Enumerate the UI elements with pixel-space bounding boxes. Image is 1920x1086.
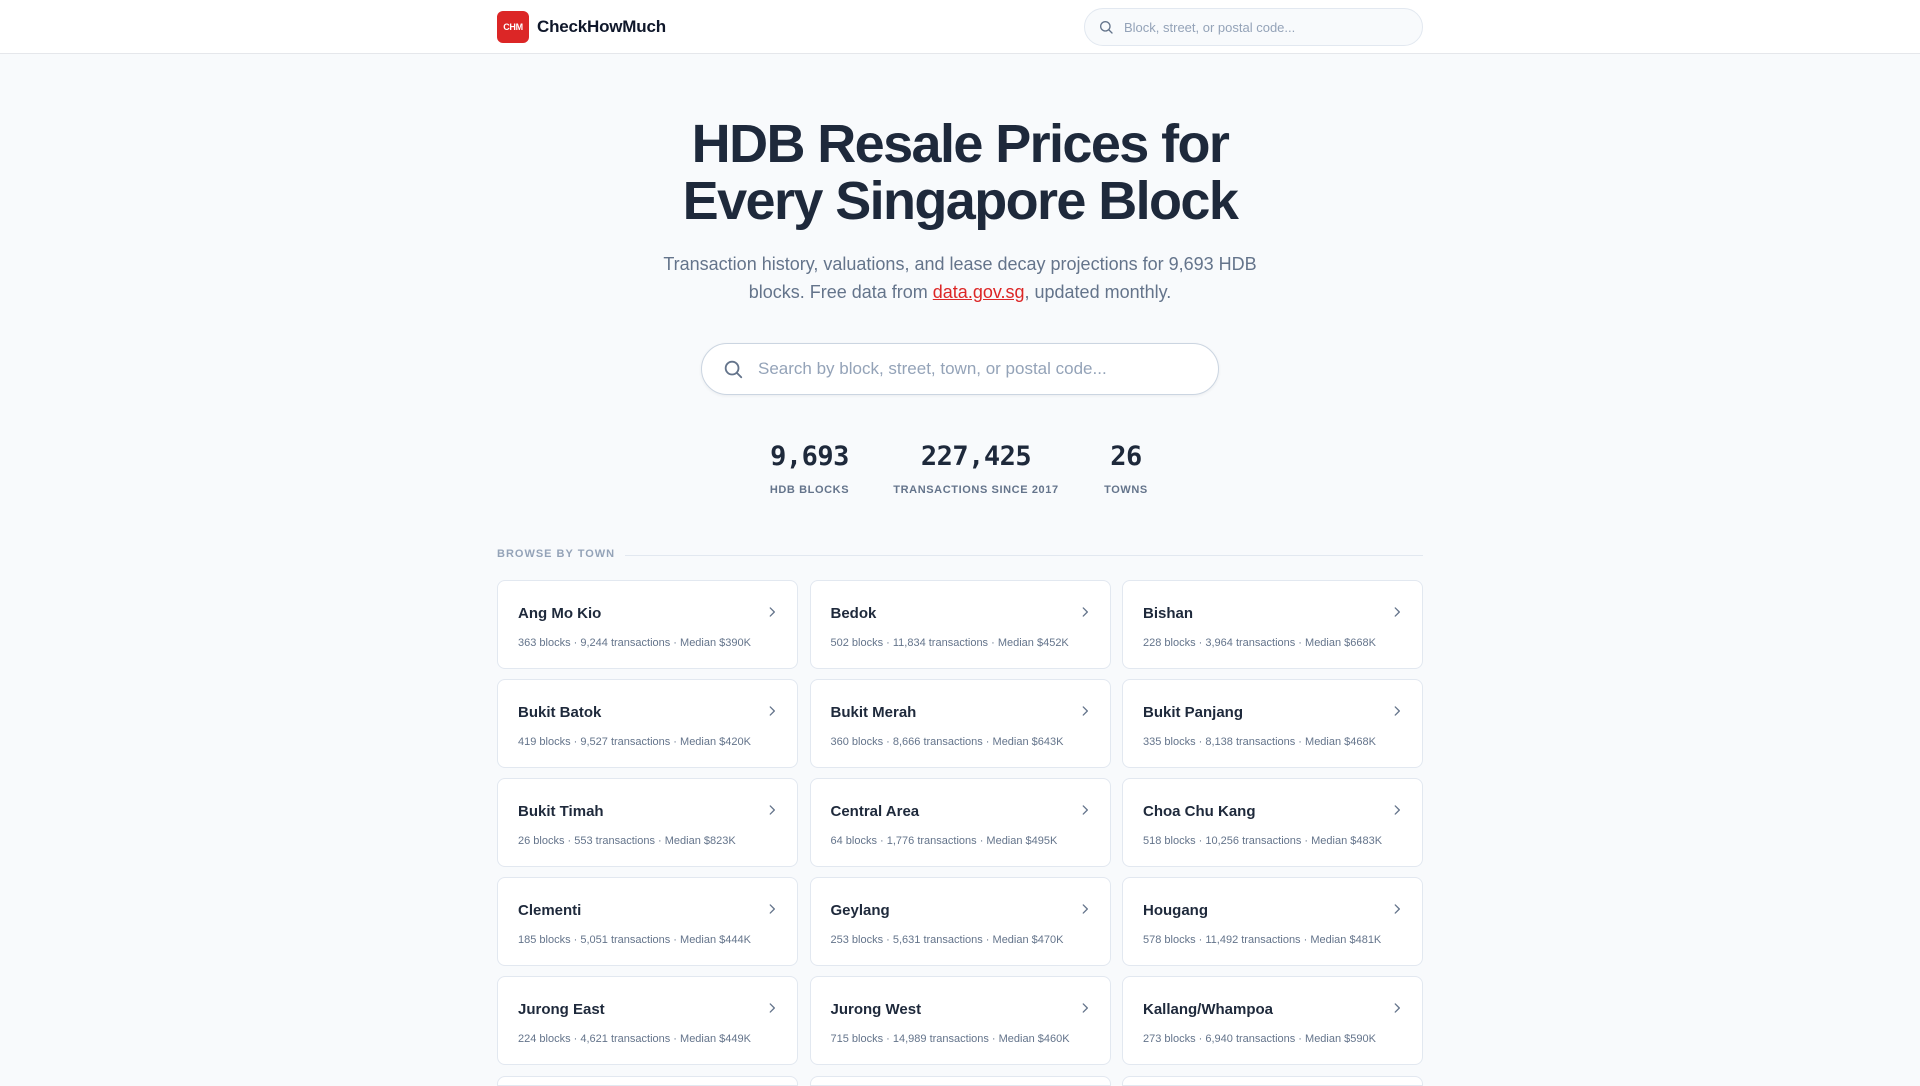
main-search-input[interactable] [758,359,1198,379]
chevron-right-icon [1394,1003,1400,1013]
hero-subtitle: Transaction history, valuations, and lea… [660,250,1260,306]
page-title: HDB Resale Prices for Every Singapore Bl… [560,116,1360,230]
town-grid: Ang Mo Kio 363 blocks · 9,244 transaction… [497,580,1423,1065]
stat-blocks: 9,693 HDB BLOCKS [762,440,857,496]
town-name: Bukit Panjang [1143,704,1244,721]
town-name: Hougang [1143,902,1208,919]
town-name: Jurong East [518,1001,605,1018]
main-search-box[interactable] [701,343,1219,395]
chevron-right-icon [1394,904,1400,914]
chevron-right-icon [1394,607,1400,617]
town-name: Bishan [1143,605,1194,622]
chevron-right-icon [1082,904,1088,914]
chevron-right-icon [1082,1003,1088,1013]
header-search-input[interactable] [1124,19,1414,35]
town-card[interactable]: Central Area 64 blocks · 1,776 transactio… [809,778,1111,867]
town-card[interactable]: Bukit Batok 419 blocks · 9,527 transactio… [497,679,798,768]
town-name: Bukit Timah [518,803,604,820]
town-stats: 502 blocks · 11,834 transactions · Media… [830,637,1069,649]
stat-value: 26 [1110,441,1142,472]
town-card[interactable]: Jurong West 715 blocks · 14,989 transacti… [809,976,1111,1065]
town-stats: 360 blocks · 8,666 transactions · Median… [830,736,1064,748]
town-card[interactable]: Bedok 502 blocks · 11,834 transactions · … [809,580,1111,669]
town-stats: 228 blocks · 3,964 transactions · Median… [1143,637,1376,649]
stat-transactions: 227,425 TRANSACTIONS SINCE 2017 [891,440,1061,496]
town-stats: 26 blocks · 553 transactions · Median $8… [518,835,736,847]
town-card[interactable]: Kallang/Whampoa 273 blocks · 6,940 transa… [1122,976,1423,1065]
town-grid-next-row [497,1076,1423,1086]
town-card[interactable]: Clementi 185 blocks · 5,051 transactions … [497,877,798,966]
chevron-right-icon [1082,607,1088,617]
town-name: Bedok [830,605,877,622]
brand-name: CheckHowMuch [537,17,666,36]
town-card[interactable]: Hougang 578 blocks · 11,492 transactions … [1122,877,1423,966]
town-name: Bukit Batok [518,704,602,721]
chevron-right-icon [1394,805,1400,815]
stat-value: 9,693 [770,441,849,472]
town-name: Bukit Merah [830,704,917,721]
town-stats: 363 blocks · 9,244 transactions · Median… [518,637,751,649]
town-name: Choa Chu Kang [1143,803,1256,820]
town-name: Kallang/Whampoa [1143,1001,1274,1018]
town-stats: 419 blocks · 9,527 transactions · Median… [518,736,751,748]
browse-section-title: BROWSE BY TOWN [497,548,616,560]
chevron-right-icon [1082,706,1088,716]
town-card[interactable]: Choa Chu Kang 518 blocks · 10,256 transac… [1122,778,1423,867]
stat-label: HDB BLOCKS [769,484,850,496]
title-line-1: HDB Resale Prices for [691,114,1230,174]
town-card-partial[interactable] [1122,1076,1423,1086]
town-name: Jurong West [830,1001,922,1018]
search-icon [1100,21,1113,34]
town-stats: 185 blocks · 5,051 transactions · Median… [518,934,751,946]
town-name: Clementi [518,902,582,919]
stat-towns: 26 TOWNS [1096,440,1156,496]
chevron-right-icon [769,607,775,617]
brand-home-link[interactable]: CHM CheckHowMuch [497,11,666,43]
search-icon [724,360,743,379]
town-card-partial[interactable] [497,1076,798,1086]
chevron-right-icon [769,1003,775,1013]
chevron-right-icon [1082,805,1088,815]
town-name: Ang Mo Kio [518,605,602,622]
top-header: CHM CheckHowMuch [0,0,1920,54]
subtitle-text-2: , updated monthly. [1024,282,1172,302]
town-stats: 224 blocks · 4,621 transactions · Median… [518,1033,751,1045]
town-stats: 64 blocks · 1,776 transactions · Median … [830,835,1058,847]
title-line-2: Every Singapore Block [682,171,1239,231]
town-card[interactable]: Geylang 253 blocks · 5,631 transactions ·… [809,877,1111,966]
town-name: Geylang [830,902,890,919]
town-card[interactable]: Jurong East 224 blocks · 4,621 transactio… [497,976,798,1065]
town-stats: 273 blocks · 6,940 transactions · Median… [1143,1033,1376,1045]
data-gov-link[interactable]: data.gov.sg [933,282,1025,302]
section-divider [625,555,1423,556]
chevron-right-icon [769,805,775,815]
town-stats: 715 blocks · 14,989 transactions · Media… [830,1033,1070,1045]
town-card[interactable]: Ang Mo Kio 363 blocks · 9,244 transaction… [497,580,798,669]
town-stats: 335 blocks · 8,138 transactions · Median… [1143,736,1376,748]
header-search-box[interactable] [1084,8,1423,46]
town-card-partial[interactable] [809,1076,1111,1086]
town-card[interactable]: Bishan 228 blocks · 3,964 transactions · … [1122,580,1423,669]
chevron-right-icon [769,904,775,914]
town-card[interactable]: Bukit Merah 360 blocks · 8,666 transactio… [809,679,1111,768]
town-card[interactable]: Bukit Timah 26 blocks · 553 transactions … [497,778,798,867]
town-stats: 578 blocks · 11,492 transactions · Media… [1143,934,1382,946]
town-stats: 253 blocks · 5,631 transactions · Median… [830,934,1064,946]
stat-value: 227,425 [920,441,1032,472]
town-card[interactable]: Bukit Panjang 335 blocks · 8,138 transact… [1122,679,1423,768]
town-stats: 518 blocks · 10,256 transactions · Media… [1143,835,1383,847]
stat-label: TOWNS [1104,484,1148,496]
stat-label: TRANSACTIONS SINCE 2017 [893,484,1059,496]
brand-logo: CHM [497,11,529,43]
chevron-right-icon [769,706,775,716]
town-name: Central Area [830,803,920,820]
chevron-right-icon [1394,706,1400,716]
